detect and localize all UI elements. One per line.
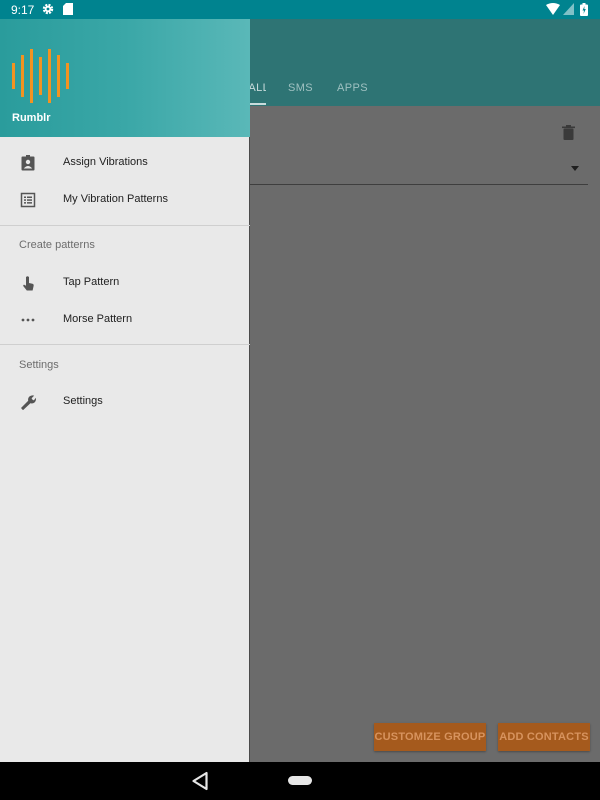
tab-sms[interactable]: SMS (288, 82, 313, 94)
section-header-create-patterns: Create patterns (19, 239, 95, 251)
sd-card-icon (63, 3, 73, 15)
navigation-drawer: Rumblr Assign Vibrations My Vibration Pa… (0, 19, 250, 762)
divider (0, 225, 250, 226)
wrench-icon (21, 395, 36, 410)
dots-icon (21, 318, 35, 322)
menu-item-label: Settings (63, 395, 103, 407)
status-bar: 9:17 (0, 0, 600, 19)
wifi-icon (546, 3, 560, 15)
contact-badge-icon (21, 155, 35, 171)
dropdown-underline (250, 184, 588, 185)
menu-item-label: Morse Pattern (63, 313, 133, 325)
tab-calls[interactable]: CALLS (250, 82, 266, 105)
menu-item-assign-vibrations[interactable]: Assign Vibrations (0, 144, 250, 181)
tab-apps[interactable]: APPS (337, 82, 368, 94)
app-content (250, 106, 600, 762)
section-header-settings: Settings (19, 359, 59, 371)
menu-item-my-vibration-patterns[interactable]: My Vibration Patterns (0, 181, 250, 218)
drawer-header: Rumblr (0, 19, 250, 137)
menu-item-label: My Vibration Patterns (63, 193, 168, 205)
menu-item-label: Tap Pattern (63, 276, 120, 288)
battery-icon (580, 3, 588, 16)
home-pill-icon[interactable] (288, 776, 312, 785)
app-name: Rumblr (12, 112, 51, 124)
customize-group-button[interactable]: CUSTOMIZE GROUP (374, 723, 486, 751)
back-icon[interactable] (191, 771, 209, 791)
gear-icon (42, 3, 54, 15)
rumblr-logo-icon (12, 49, 69, 103)
menu-item-tap-pattern[interactable]: Tap Pattern (0, 264, 250, 301)
chevron-down-icon[interactable] (571, 166, 579, 171)
trash-icon[interactable] (562, 125, 575, 140)
divider (0, 344, 250, 345)
status-time: 9:17 (11, 3, 35, 17)
add-contacts-button[interactable]: ADD CONTACTS (498, 723, 590, 751)
menu-item-label: Assign Vibrations (63, 156, 148, 168)
list-icon (20, 192, 36, 208)
signal-icon (563, 3, 574, 15)
menu-item-settings[interactable]: Settings (0, 383, 250, 420)
tap-hand-icon (23, 276, 34, 291)
menu-item-morse-pattern[interactable]: Morse Pattern (0, 301, 250, 338)
